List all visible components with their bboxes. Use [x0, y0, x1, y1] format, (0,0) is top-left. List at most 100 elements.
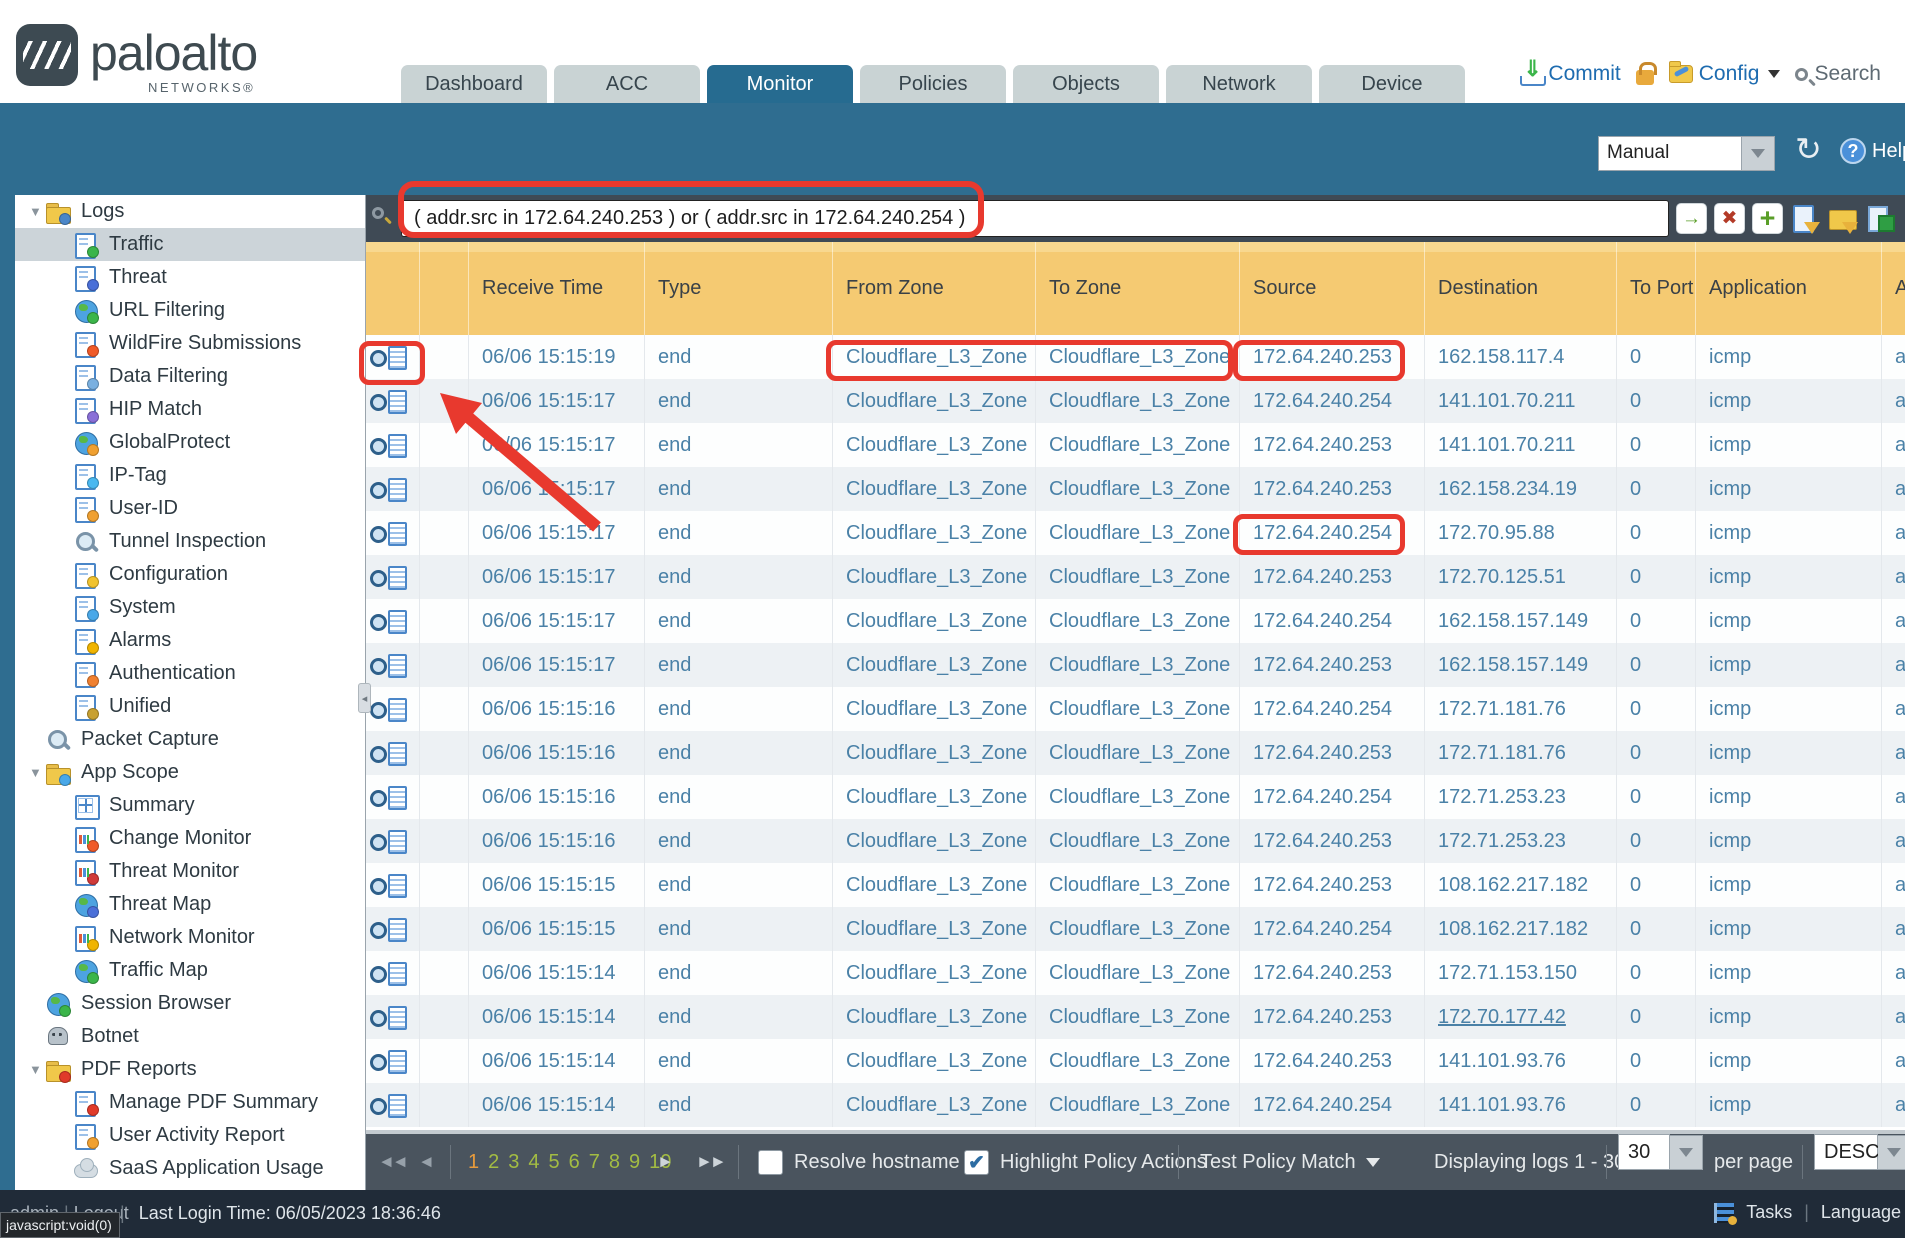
sidebar-item-configuration[interactable]: Configuration [15, 558, 365, 591]
previous-page-button[interactable]: ◄ [418, 1152, 432, 1172]
cell-application[interactable]: icmp [1696, 951, 1882, 995]
tasks-button[interactable]: Tasks [1746, 1202, 1792, 1223]
cell-to-port[interactable]: 0 [1617, 687, 1696, 731]
log-filter-input[interactable] [401, 200, 1669, 237]
cell-from-zone[interactable]: Cloudflare_L3_Zone [833, 599, 1036, 643]
sidebar-item-manage-pdf-summary[interactable]: Manage PDF Summary [15, 1086, 365, 1119]
cell-from-zone[interactable]: Cloudflare_L3_Zone [833, 555, 1036, 599]
cell-to-zone[interactable]: Cloudflare_L3_Zone [1036, 775, 1240, 819]
cell-action[interactable]: allow [1882, 511, 1905, 555]
page-1[interactable]: 1 [468, 1151, 479, 1174]
cell-source[interactable]: 172.64.240.254 [1240, 379, 1425, 423]
cell-receive-time[interactable]: 06/06 15:15:16 [469, 687, 645, 731]
cell-to-port[interactable]: 0 [1617, 731, 1696, 775]
cell-source[interactable]: 172.64.240.253 [1240, 467, 1425, 511]
cell-type[interactable]: end [645, 511, 833, 555]
lock-icon[interactable] [1636, 70, 1654, 85]
cell-destination[interactable]: 162.158.157.149 [1425, 599, 1617, 643]
cell-application[interactable]: icmp [1696, 775, 1882, 819]
cell-action[interactable]: allow [1882, 863, 1905, 907]
cell-source[interactable]: 172.64.240.253 [1240, 643, 1425, 687]
cell-from-zone[interactable]: Cloudflare_L3_Zone [833, 467, 1036, 511]
cell-destination[interactable]: 162.158.157.149 [1425, 643, 1617, 687]
page-7[interactable]: 7 [589, 1151, 600, 1174]
cell-to-zone[interactable]: Cloudflare_L3_Zone [1036, 467, 1240, 511]
per-page-select[interactable]: 30 [1618, 1134, 1703, 1170]
cell-to-zone[interactable]: Cloudflare_L3_Zone [1036, 423, 1240, 467]
cell-action[interactable]: allow [1882, 951, 1905, 995]
sidebar-item-change-monitor[interactable]: Change Monitor [15, 822, 365, 855]
sidebar-item-logs[interactable]: ▼Logs [15, 195, 365, 228]
cell-to-port[interactable]: 0 [1617, 555, 1696, 599]
cell-application[interactable]: icmp [1696, 599, 1882, 643]
cell-destination[interactable]: 162.158.117.4 [1425, 335, 1617, 379]
per-page-dropdown-button[interactable] [1670, 1135, 1703, 1170]
cell-to-port[interactable]: 0 [1617, 907, 1696, 951]
cell-source[interactable]: 172.64.240.254 [1240, 775, 1425, 819]
cell-destination[interactable]: 172.70.125.51 [1425, 555, 1617, 599]
cell-to-zone[interactable]: Cloudflare_L3_Zone [1036, 335, 1240, 379]
cell-to-zone[interactable]: Cloudflare_L3_Zone [1036, 687, 1240, 731]
cell-application[interactable]: icmp [1696, 335, 1882, 379]
first-page-button[interactable]: ◄◄ [378, 1152, 406, 1172]
create-filter-icon[interactable] [1790, 203, 1821, 234]
refresh-icon[interactable]: ↻ [1795, 130, 1822, 168]
cell-action[interactable]: allow [1882, 467, 1905, 511]
page-4[interactable]: 4 [528, 1151, 539, 1174]
cell-receive-time[interactable]: 06/06 15:15:17 [469, 599, 645, 643]
sidebar-item-summary[interactable]: Summary [15, 789, 365, 822]
last-page-button[interactable]: ►► [696, 1152, 724, 1172]
tab-objects[interactable]: Objects [1013, 65, 1159, 103]
cell-to-zone[interactable]: Cloudflare_L3_Zone [1036, 379, 1240, 423]
column-header-type[interactable]: Type [645, 242, 833, 335]
cell-receive-time[interactable]: 06/06 15:15:14 [469, 995, 645, 1039]
sidebar-item-wildfire-submissions[interactable]: WildFire Submissions [15, 327, 365, 360]
sidebar-item-traffic[interactable]: Traffic [15, 228, 365, 261]
cell-application[interactable]: icmp [1696, 819, 1882, 863]
column-header-detail[interactable] [366, 242, 420, 335]
cell-from-zone[interactable]: Cloudflare_L3_Zone [833, 335, 1036, 379]
cell-receive-time[interactable]: 06/06 15:15:16 [469, 775, 645, 819]
cell-from-zone[interactable]: Cloudflare_L3_Zone [833, 995, 1036, 1039]
cell-from-zone[interactable]: Cloudflare_L3_Zone [833, 863, 1036, 907]
cell-source[interactable]: 172.64.240.254 [1240, 599, 1425, 643]
sidebar-item-pdf-reports[interactable]: ▼PDF Reports [15, 1053, 365, 1086]
cell-receive-time[interactable]: 06/06 15:15:17 [469, 511, 645, 555]
cell-to-port[interactable]: 0 [1617, 1039, 1696, 1083]
cell-receive-time[interactable]: 06/06 15:15:17 [469, 555, 645, 599]
cell-source[interactable]: 172.64.240.253 [1240, 335, 1425, 379]
cell-receive-time[interactable]: 06/06 15:15:17 [469, 379, 645, 423]
cell-receive-time[interactable]: 06/06 15:15:15 [469, 863, 645, 907]
cell-type[interactable]: end [645, 995, 833, 1039]
cell-destination[interactable]: 172.71.153.150 [1425, 951, 1617, 995]
cell-to-port[interactable]: 0 [1617, 643, 1696, 687]
cell-type[interactable]: end [645, 643, 833, 687]
column-header-action[interactable]: Action [1882, 242, 1905, 335]
column-header-receive-time[interactable]: Receive Time [469, 242, 645, 335]
cell-source[interactable]: 172.64.240.253 [1240, 423, 1425, 467]
cell-action[interactable]: allow [1882, 687, 1905, 731]
cell-from-zone[interactable]: Cloudflare_L3_Zone [833, 643, 1036, 687]
cell-destination[interactable]: 141.101.93.76 [1425, 1083, 1617, 1127]
cell-destination[interactable]: 162.158.234.19 [1425, 467, 1617, 511]
sidebar-item-data-filtering[interactable]: Data Filtering [15, 360, 365, 393]
page-5[interactable]: 5 [549, 1151, 560, 1174]
sidebar-item-user-id[interactable]: User-ID [15, 492, 365, 525]
cell-destination[interactable]: 172.70.95.88 [1425, 511, 1617, 555]
cell-type[interactable]: end [645, 1083, 833, 1127]
apply-filter-icon[interactable]: → [1676, 203, 1707, 234]
sidebar-item-unified[interactable]: Unified [15, 690, 365, 723]
cell-type[interactable]: end [645, 379, 833, 423]
tab-dashboard[interactable]: Dashboard [401, 65, 547, 103]
cell-application[interactable]: icmp [1696, 379, 1882, 423]
cell-from-zone[interactable]: Cloudflare_L3_Zone [833, 731, 1036, 775]
commit-button[interactable]: Commit [1520, 62, 1620, 86]
sidebar-item-botnet[interactable]: Botnet [15, 1020, 365, 1053]
cell-to-port[interactable]: 0 [1617, 1083, 1696, 1127]
column-header-to-zone[interactable]: To Zone [1036, 242, 1240, 335]
page-2[interactable]: 2 [488, 1151, 499, 1174]
cell-destination[interactable]: 172.70.177.42 [1425, 995, 1617, 1039]
expand-collapse-icon[interactable]: ▼ [29, 765, 45, 780]
cell-to-port[interactable]: 0 [1617, 863, 1696, 907]
cell-action[interactable]: allow [1882, 775, 1905, 819]
